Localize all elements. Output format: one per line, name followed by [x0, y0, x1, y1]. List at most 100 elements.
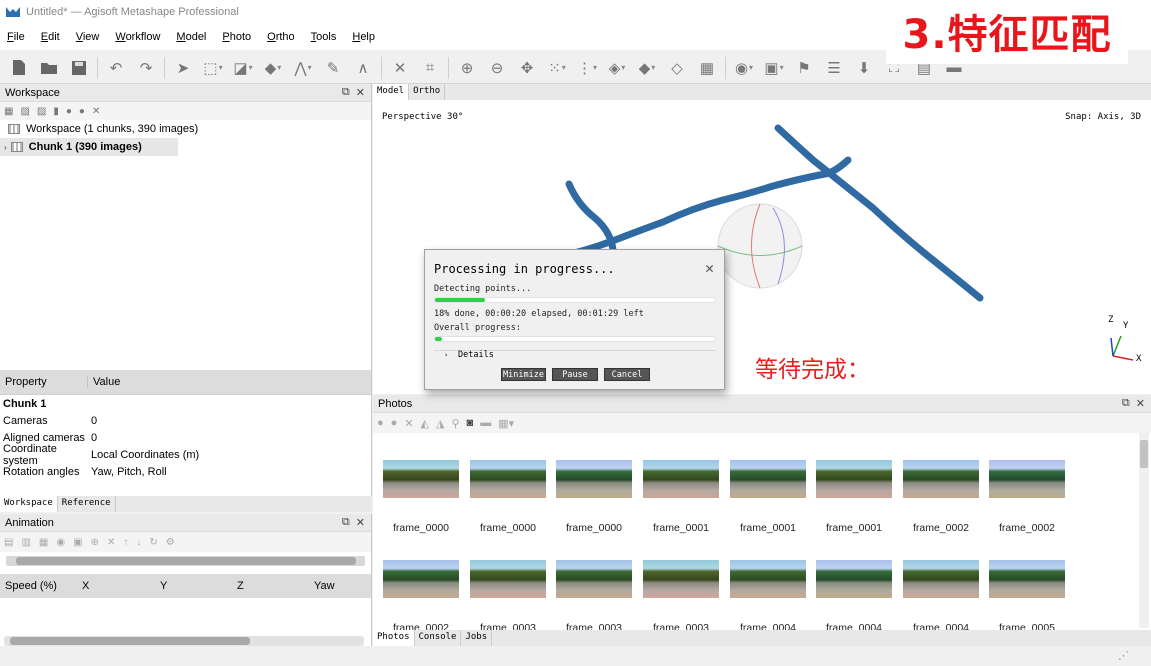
enable-icon[interactable]: ● — [66, 106, 72, 117]
texture-icon[interactable]: ◇ — [666, 57, 688, 79]
remove-icon[interactable]: ✕ — [404, 417, 413, 430]
tiled-model-icon[interactable]: ▦ — [696, 57, 718, 79]
menu-file[interactable]: File — [6, 29, 26, 45]
photo-thumbnail[interactable]: frame_0001 — [816, 460, 892, 534]
photo-thumbnail[interactable]: frame_0002 — [903, 460, 979, 534]
rotate-object-icon[interactable]: ◆ — [262, 57, 284, 79]
add-folder-icon[interactable]: ▨ — [37, 106, 46, 117]
scrollbar-thumb[interactable] — [10, 637, 250, 645]
animation-timeline-scrollbar[interactable] — [6, 556, 365, 566]
rotate-left-icon[interactable]: ◭ — [421, 417, 429, 430]
disable-icon[interactable]: ● — [391, 417, 398, 429]
camera-icon[interactable]: ▣ — [763, 57, 785, 79]
add-photos-icon[interactable]: ▧ — [20, 106, 29, 117]
cancel-button[interactable]: Cancel — [604, 368, 650, 381]
point-cloud-icon[interactable]: ⁙ — [546, 57, 568, 79]
menu-help[interactable]: Help — [351, 29, 376, 45]
remove-keyframe-icon[interactable]: ✕ — [107, 537, 115, 548]
menu-model[interactable]: Model — [175, 29, 207, 45]
resize-region-icon[interactable]: ◪ — [232, 57, 254, 79]
model-solid-icon[interactable]: ◆ — [636, 57, 658, 79]
track-icon[interactable]: ▥ — [21, 537, 30, 548]
photo-thumbnail[interactable]: frame_0003 — [470, 560, 546, 634]
photo-thumbnail[interactable]: frame_0004 — [903, 560, 979, 634]
photos-scrollbar[interactable] — [1139, 432, 1149, 628]
scrollbar-thumb[interactable] — [1140, 440, 1148, 468]
menu-photo[interactable]: Photo — [221, 29, 252, 45]
chunk-row[interactable]: › Chunk 1 (390 images) — [0, 138, 178, 156]
add-chunk-icon[interactable]: ▦ — [4, 106, 13, 117]
undock-icon[interactable]: ⧉ — [342, 86, 350, 99]
undock-icon[interactable]: ⧉ — [1122, 397, 1130, 410]
show-markers-icon[interactable]: ☰ — [823, 57, 845, 79]
tab-reference[interactable]: Reference — [58, 496, 116, 512]
minimize-button[interactable]: Minimize — [501, 368, 546, 381]
photo-thumbnail[interactable]: frame_0002 — [383, 560, 459, 634]
model-shaded-icon[interactable]: ◈ — [606, 57, 628, 79]
photo-thumbnail[interactable]: frame_0000 — [470, 460, 546, 534]
redo-icon[interactable]: ↷ — [135, 57, 157, 79]
globe-icon[interactable]: ◉ — [733, 57, 755, 79]
pause-button[interactable]: Pause — [552, 368, 598, 381]
loop-icon[interactable]: ↻ — [149, 537, 157, 548]
save-icon[interactable] — [68, 57, 90, 79]
zoom-out-icon[interactable]: ⊖ — [486, 57, 508, 79]
view-mode-icon[interactable]: ▦▾ — [498, 417, 514, 430]
disable-icon[interactable]: ● — [79, 106, 85, 117]
enable-icon[interactable]: ● — [377, 417, 384, 429]
new-document-icon[interactable] — [8, 57, 30, 79]
dense-cloud-icon[interactable]: ⋮ — [576, 57, 598, 79]
navigation-cursor-icon[interactable]: ➤ — [172, 57, 194, 79]
record-icon[interactable]: ◉ — [56, 537, 65, 548]
tab-jobs[interactable]: Jobs — [461, 630, 493, 646]
menu-workflow[interactable]: Workflow — [114, 29, 161, 45]
close-icon[interactable]: ✕ — [1136, 397, 1145, 410]
settings-icon[interactable]: ⚙ — [166, 537, 175, 548]
undock-icon[interactable]: ⧉ — [342, 516, 350, 529]
new-track-icon[interactable]: ▤ — [4, 537, 13, 548]
photo-thumbnail[interactable]: frame_0001 — [730, 460, 806, 534]
list-icon[interactable]: ▬ — [480, 417, 491, 429]
photo-thumbnail[interactable]: frame_0005 — [989, 560, 1065, 634]
track-list-icon[interactable]: ▦ — [39, 537, 48, 548]
move-up-icon[interactable]: ↑ — [123, 537, 128, 548]
menu-view[interactable]: View — [75, 29, 101, 45]
photo-thumbnail[interactable]: frame_0004 — [816, 560, 892, 634]
photo-thumbnail[interactable]: frame_0004 — [730, 560, 806, 634]
photo-thumbnail[interactable]: frame_0000 — [556, 460, 632, 534]
tab-workspace[interactable]: Workspace — [0, 496, 58, 512]
undo-icon[interactable]: ↶ — [105, 57, 127, 79]
menu-edit[interactable]: Edit — [40, 29, 61, 45]
tab-ortho[interactable]: Ortho — [409, 84, 446, 100]
ruler-icon[interactable]: ⋀ — [292, 57, 314, 79]
tab-photos[interactable]: Photos — [373, 630, 415, 646]
expand-arrow-icon[interactable]: › — [4, 143, 7, 152]
rotate-right-icon[interactable]: ◮ — [436, 417, 444, 430]
add-marker-icon[interactable]: ▮ — [53, 106, 59, 117]
photo-thumbnail[interactable]: frame_0003 — [556, 560, 632, 634]
delete-selection-icon[interactable]: ✕ — [389, 57, 411, 79]
photo-thumbnail[interactable]: frame_0000 — [383, 460, 459, 534]
photo-thumbnail[interactable]: frame_0002 — [989, 460, 1065, 534]
crop-selection-icon[interactable]: ⌗ — [419, 57, 441, 79]
tab-console[interactable]: Console — [415, 630, 462, 646]
close-icon[interactable]: ✕ — [356, 86, 365, 99]
menu-ortho[interactable]: Ortho — [266, 29, 296, 45]
add-keyframe-icon[interactable]: ⊕ — [91, 537, 99, 548]
menu-tools[interactable]: Tools — [310, 29, 338, 45]
draw-line-icon[interactable]: ∧ — [352, 57, 374, 79]
details-expander[interactable]: › Details — [434, 350, 716, 359]
animation-horizontal-scrollbar[interactable] — [4, 636, 364, 646]
move-icon[interactable]: ✥ — [516, 57, 538, 79]
draw-polyline-icon[interactable]: ✎ — [322, 57, 344, 79]
remove-icon[interactable]: ✕ — [92, 106, 100, 117]
open-folder-icon[interactable] — [38, 57, 60, 79]
workspace-root-row[interactable]: Workspace (1 chunks, 390 images) — [0, 120, 371, 138]
filter-icon[interactable]: ⚲ — [451, 417, 459, 430]
rectangle-selection-icon[interactable]: ⬚ — [202, 57, 224, 79]
move-down-icon[interactable]: ↓ — [136, 537, 141, 548]
photo-thumbnail[interactable]: frame_0003 — [643, 560, 719, 634]
snapshot-icon[interactable]: ▣ — [73, 537, 82, 548]
zoom-in-icon[interactable]: ⊕ — [456, 57, 478, 79]
tab-model[interactable]: Model — [373, 84, 410, 100]
